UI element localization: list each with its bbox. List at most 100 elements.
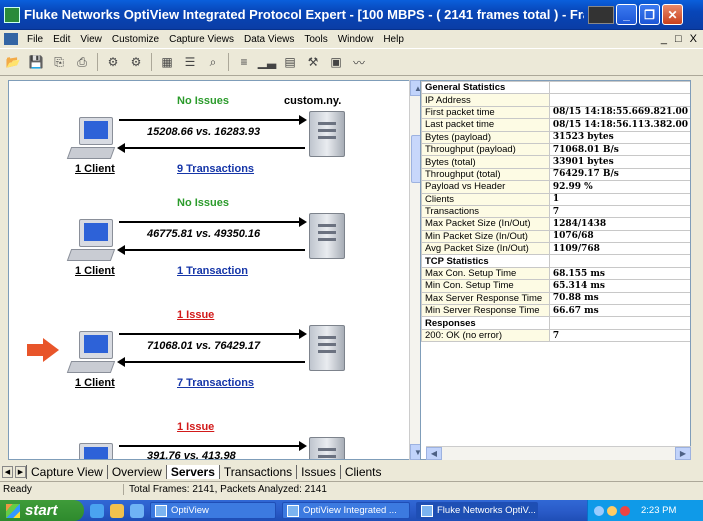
network-icon[interactable] <box>594 505 604 516</box>
trend-icon[interactable]: 〰 <box>349 52 369 72</box>
maximize-button[interactable]: ❐ <box>639 4 660 25</box>
mdi-close-button[interactable]: X <box>690 33 697 45</box>
client-computer-icon[interactable] <box>69 443 119 459</box>
task-optiview[interactable]: OptiView <box>150 502 276 519</box>
tab-clients[interactable]: Clients <box>339 465 386 479</box>
stats-row[interactable]: Min Con. Setup Time 65.314 ms <box>421 279 690 293</box>
chart-icon[interactable]: ▁▃ <box>257 52 277 72</box>
server-icon[interactable] <box>309 325 345 371</box>
filter-icon[interactable]: ⚙ <box>126 52 146 72</box>
stat-label: TCP Statistics <box>421 254 550 268</box>
menu-customize[interactable]: Customize <box>107 34 164 45</box>
grid-icon[interactable]: ☰ <box>180 52 200 72</box>
stats-row[interactable]: First packet time 08/15 14:18:55.669.821.… <box>421 105 690 120</box>
document-icon[interactable] <box>4 33 18 45</box>
stats-row[interactable]: General Statistics <box>421 81 690 95</box>
ie-icon[interactable] <box>90 503 104 518</box>
list-icon[interactable]: ≡ <box>234 52 254 72</box>
app-icon <box>4 6 20 23</box>
stats-row[interactable]: Min Packet Size (In/Out) 1076/68 <box>421 229 690 244</box>
server-group: 1 Issue 71068.01 vs. 76429.17 1 Client 7… <box>9 303 409 413</box>
open-icon[interactable]: 📂 <box>3 52 23 72</box>
tab-capture-view[interactable]: Capture View <box>26 465 107 479</box>
issue-status[interactable]: No Issues <box>177 197 229 209</box>
stats-row[interactable]: Throughput (payload) 71068.01 B/s <box>421 142 690 157</box>
save-icon[interactable]: 💾 <box>26 52 46 72</box>
tab-issues[interactable]: Issues <box>296 465 340 479</box>
clients-link[interactable]: 1 Client <box>75 163 115 175</box>
folder-icon[interactable] <box>110 503 124 518</box>
server-icon[interactable] <box>309 437 345 459</box>
scroll-left-icon[interactable]: ◀ <box>426 447 442 460</box>
stats-row[interactable]: 200: OK (no error) 7 <box>421 328 690 343</box>
issue-status[interactable]: No Issues <box>177 95 229 107</box>
request-arrow-icon <box>119 115 307 125</box>
frames-icon[interactable]: ▦ <box>157 52 177 72</box>
stats-row[interactable]: Throughput (total) 76429.17 B/s <box>421 167 690 182</box>
tools-icon[interactable]: ⚒ <box>303 52 323 72</box>
stats-row[interactable]: TCP Statistics <box>421 254 690 268</box>
print-icon[interactable]: ⎙ <box>72 52 92 72</box>
client-computer-icon[interactable] <box>66 331 119 377</box>
find-icon[interactable]: ⌕ <box>203 52 223 72</box>
menu-window[interactable]: Window <box>333 34 379 45</box>
issue-status[interactable]: 1 Issue <box>177 421 214 433</box>
clients-link[interactable]: 1 Client <box>75 377 115 389</box>
stats-row[interactable]: Bytes (payload) 31523 bytes <box>421 130 690 144</box>
close-button[interactable]: ✕ <box>662 4 683 25</box>
minimize-button[interactable]: _ <box>616 4 637 25</box>
stats-row[interactable]: Payload vs Header 92.99 % <box>421 180 690 194</box>
menu-help[interactable]: Help <box>378 34 409 45</box>
stat-label: Avg Packet Size (In/Out) <box>421 242 550 256</box>
task-label: OptiView <box>171 505 209 516</box>
mdi-restore-button[interactable]: □ <box>675 33 682 45</box>
server-icon[interactable] <box>309 213 345 259</box>
stats-row[interactable]: Last packet time 08/15 14:18:56.113.382.0… <box>421 118 690 132</box>
task-optiview-integrated[interactable]: OptiView Integrated ... <box>282 502 410 519</box>
clients-link[interactable]: 1 Client <box>75 265 115 277</box>
stats-row[interactable]: Max Con. Setup Time 68.155 ms <box>421 266 690 281</box>
security-icon[interactable] <box>620 505 630 516</box>
table-icon[interactable]: ▤ <box>280 52 300 72</box>
browser-icon[interactable] <box>130 503 144 518</box>
tab-overview[interactable]: Overview <box>106 465 166 479</box>
stats-row[interactable]: Responses <box>421 316 690 330</box>
menu-file[interactable]: File <box>22 34 48 45</box>
transactions-link[interactable]: 7 Transactions <box>177 377 254 389</box>
issue-status[interactable]: 1 Issue <box>177 309 214 321</box>
capture-icon[interactable]: ⚙ <box>103 52 123 72</box>
server-icon[interactable] <box>309 111 345 157</box>
tab-prev-icon[interactable]: ◀ <box>2 466 13 478</box>
horizontal-scrollbar[interactable]: ◀ ▶ <box>426 446 691 460</box>
menu-data-views[interactable]: Data Views <box>239 34 299 45</box>
report-icon[interactable]: ▣ <box>326 52 346 72</box>
task-fluke-networks[interactable]: Fluke Networks OptiV... <box>416 502 538 519</box>
scroll-right-icon[interactable]: ▶ <box>675 447 691 460</box>
stat-label: Min Con. Setup Time <box>421 279 550 293</box>
start-button[interactable]: start <box>0 500 84 521</box>
client-computer-icon[interactable] <box>66 117 119 163</box>
stats-row[interactable]: IP Address <box>421 93 690 107</box>
menu-capture-views[interactable]: Capture Views <box>164 34 239 45</box>
stat-value: 68.155 ms <box>548 266 690 281</box>
transactions-link[interactable]: 9 Transactions <box>177 163 254 175</box>
copy-icon[interactable]: ⎘ <box>49 52 69 72</box>
transactions-link[interactable]: 1 Transaction <box>177 265 248 277</box>
menu-tools[interactable]: Tools <box>299 34 332 45</box>
client-computer-icon[interactable] <box>66 219 119 265</box>
volume-icon[interactable] <box>607 505 617 516</box>
stats-row[interactable]: Max Packet Size (In/Out) 1284/1438 <box>421 217 690 231</box>
stats-row[interactable]: Min Server Response Time 66.67 ms <box>421 304 690 318</box>
tab-transactions[interactable]: Transactions <box>218 465 296 479</box>
menu-edit[interactable]: Edit <box>48 34 75 45</box>
stats-row[interactable]: Bytes (total) 33901 bytes <box>421 155 690 169</box>
stats-row[interactable]: Avg Packet Size (In/Out) 1109/768 <box>421 242 690 256</box>
tab-servers[interactable]: Servers <box>165 465 219 479</box>
tab-next-icon[interactable]: ▶ <box>15 466 26 478</box>
stats-row[interactable]: Clients 1 <box>421 192 690 206</box>
stats-row[interactable]: Transactions 7 <box>421 204 690 219</box>
menu-view[interactable]: View <box>75 34 107 45</box>
mdi-minimize-button[interactable]: _ <box>661 33 667 45</box>
keyboard-icon[interactable] <box>588 5 614 24</box>
stats-row[interactable]: Max Server Response Time 70.88 ms <box>421 291 690 306</box>
